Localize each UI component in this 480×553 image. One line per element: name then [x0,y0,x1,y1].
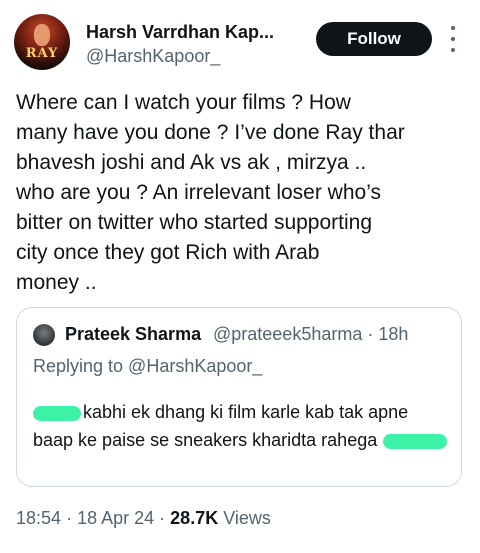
quoted-text: kabhi ek dhang ki film karle kab tak apn… [33,398,453,454]
avatar-poster-text: RAY [25,46,59,61]
meta-separator: · [367,324,374,344]
quoted-author-handle: @prateeek5harma [213,324,363,344]
quoted-author-name: Prateek Sharma [65,324,202,344]
dot [451,37,455,41]
author-handle[interactable]: @HarshKapoor_ [86,46,220,67]
tweet-time[interactable]: 18:54 [16,508,61,528]
avatar-face-shape [34,24,50,46]
quoted-author-avatar[interactable] [33,324,55,346]
dot [451,48,455,52]
views-label: Views [223,508,271,528]
dot [451,26,455,30]
meta-separator: · [159,508,166,528]
quoted-tweet[interactable]: Prateek Sharma @prateeek5harma · 18h Rep… [16,307,462,487]
redaction-mark [33,405,81,421]
tweet-text: Where can I watch your films ? How many … [16,91,405,294]
meta-separator: · [66,508,73,528]
quoted-text-content: kabhi ek dhang ki film karle kab tak apn… [33,402,409,450]
author-avatar[interactable]: RAY [14,14,70,70]
tweet-header: RAY Harsh Varrdhan Kap... @HarshKapoor_ … [0,0,480,90]
tweet-meta: 18:54 · 18 Apr 24 · 28.7K Views [16,508,271,529]
follow-button[interactable]: Follow [316,22,432,56]
views-count: 28.7K [170,508,219,528]
quoted-time: 18h [378,324,409,344]
replying-to[interactable]: Replying to @HarshKapoor_ [33,356,262,377]
author-name[interactable]: Harsh Varrdhan Kap... [86,22,274,43]
more-options-icon[interactable] [446,26,460,52]
quoted-author-meta: @prateeek5harma · 18h [213,324,408,345]
redaction-mark [383,433,448,449]
tweet-date[interactable]: 18 Apr 24 [77,508,154,528]
